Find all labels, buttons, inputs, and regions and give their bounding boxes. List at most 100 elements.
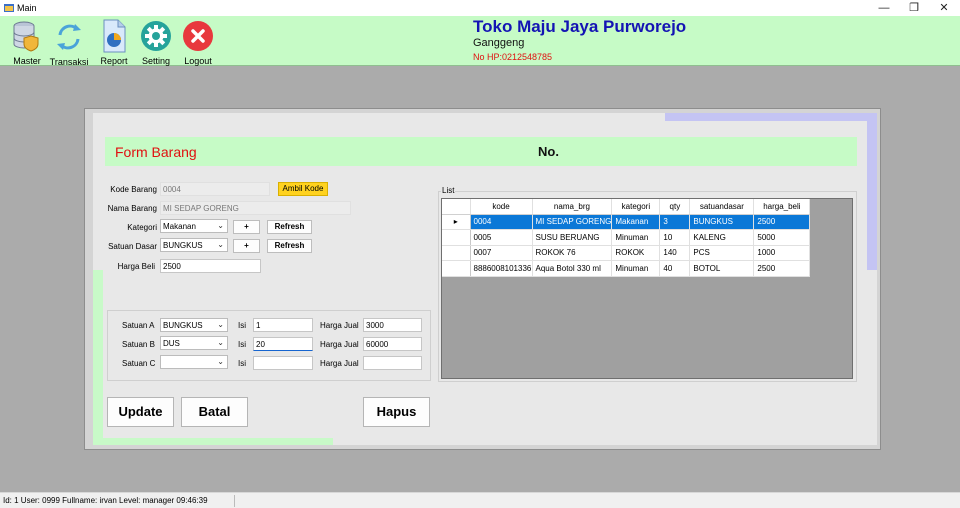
decor-strip	[93, 270, 103, 445]
toolbar-label-logout: Logout	[184, 56, 212, 66]
column-header-nama-brg[interactable]: nama_brg	[532, 199, 613, 215]
column-header-kategori[interactable]: kategori	[611, 199, 661, 215]
satuan-dasar-dropdown[interactable]: BUNGKUS ⌄	[160, 238, 228, 252]
isi-label: Isi	[238, 340, 246, 349]
report-button[interactable]: Report	[92, 19, 136, 66]
cell-qty: 140	[659, 245, 691, 261]
satuan-c-isi-field[interactable]	[253, 356, 313, 370]
satuan-c-dropdown[interactable]: ⌄	[160, 355, 228, 369]
close-circle-icon	[183, 21, 213, 51]
cell-harga-beli: 1000	[753, 245, 811, 261]
satuan-a-dropdown[interactable]: BUNGKUS ⌄	[160, 318, 228, 332]
hapus-button[interactable]: Hapus	[363, 397, 430, 427]
satuan-c-harga-jual-field[interactable]	[363, 356, 422, 370]
table-row[interactable]: 0005 SUSU BERUANG Minuman 10 KALENG 5000	[442, 229, 811, 246]
title-bar: Main — ❐ ✕	[0, 0, 960, 16]
decor-strip	[665, 113, 877, 121]
column-header-harga-beli[interactable]: harga_beli	[753, 199, 811, 215]
column-header-kode[interactable]: kode	[470, 199, 533, 215]
table-row[interactable]: 0007 ROKOK 76 ROKOK 140 PCS 1000	[442, 245, 811, 261]
batal-button[interactable]: Batal	[181, 397, 248, 427]
master-button[interactable]: Master	[5, 20, 49, 66]
row-header-corner	[442, 199, 471, 215]
cell-qty: 3	[659, 214, 691, 230]
cell-satuandasar: PCS	[689, 245, 755, 261]
refresh-kategori-button[interactable]: Refresh	[267, 220, 312, 234]
satuan-a-selected: BUNGKUS	[163, 321, 203, 330]
report-chart-icon	[103, 19, 126, 53]
harga-jual-label: Harga Jual	[320, 340, 359, 349]
close-button[interactable]: ✕	[936, 1, 952, 15]
satuan-a-harga-jual-field[interactable]: 3000	[363, 318, 422, 332]
harga-beli-field[interactable]: 2500	[160, 259, 261, 273]
satuan-a-label: Satuan A	[122, 321, 155, 330]
satuan-c-label: Satuan C	[122, 359, 156, 368]
chevron-down-icon: ⌄	[217, 221, 224, 230]
harga-jual-label: Harga Jual	[320, 359, 359, 368]
logout-button[interactable]: Logout	[176, 20, 220, 66]
table-row[interactable]: ▸ 0004 MI SEDAP GORENG Makanan 3 BUNGKUS…	[442, 214, 811, 230]
satuan-b-dropdown[interactable]: DUS ⌄	[160, 336, 228, 350]
window-title: Main	[17, 3, 37, 13]
chevron-down-icon: ⌄	[217, 357, 224, 366]
ambil-kode-button[interactable]: Ambil Kode	[278, 182, 328, 196]
cell-nama-brg: ROKOK 76	[532, 245, 613, 261]
decor-strip	[103, 438, 333, 445]
cell-satuandasar: BOTOL	[689, 260, 755, 277]
form-title: Form Barang	[115, 144, 197, 160]
toolbar-label-report: Report	[100, 56, 128, 66]
harga-jual-label: Harga Jual	[320, 321, 359, 330]
kode-barang-label: Kode Barang	[110, 185, 157, 194]
cell-kategori: Minuman	[611, 260, 661, 277]
refresh-cycle-icon	[57, 24, 81, 50]
list-caption: List	[441, 186, 456, 195]
app-icon	[4, 4, 14, 12]
row-header	[442, 260, 471, 277]
column-header-qty[interactable]: qty	[659, 199, 691, 215]
shop-phone: No HP:0212548785	[473, 52, 553, 62]
update-button[interactable]: Update	[107, 397, 174, 427]
cell-harga-beli: 2500	[753, 214, 811, 230]
row-indicator-icon: ▸	[442, 214, 471, 230]
toolbar-label-setting: Setting	[141, 56, 171, 66]
cell-satuandasar: BUNGKUS	[689, 214, 755, 230]
cell-satuandasar: KALENG	[689, 229, 755, 246]
minimize-button[interactable]: —	[876, 1, 892, 15]
nama-barang-field[interactable]: MI SEDAP GORENG	[160, 201, 351, 215]
chevron-down-icon: ⌄	[217, 338, 224, 347]
isi-label: Isi	[238, 359, 246, 368]
nama-barang-label: Nama Barang	[107, 204, 157, 213]
kode-barang-field[interactable]: 0004	[160, 182, 270, 196]
satuan-b-isi-field[interactable]: 20	[253, 337, 313, 351]
add-satuan-button[interactable]: +	[233, 239, 260, 253]
kategori-selected: Makanan	[163, 222, 196, 231]
chevron-down-icon: ⌄	[217, 240, 224, 249]
cell-kategori: Minuman	[611, 229, 661, 246]
status-separator	[234, 495, 235, 507]
column-header-satuandasar[interactable]: satuandasar	[689, 199, 755, 215]
satuan-dasar-selected: BUNGKUS	[163, 241, 203, 250]
refresh-satuan-button[interactable]: Refresh	[267, 239, 312, 253]
satuan-b-label: Satuan B	[122, 340, 155, 349]
cell-kode: 0007	[470, 245, 533, 261]
table-row[interactable]: 8886008101336 Aqua Botol 330 ml Minuman …	[442, 260, 811, 277]
isi-label: Isi	[238, 321, 246, 330]
shop-name: Toko Maju Jaya Purworejo	[473, 17, 687, 36]
setting-button[interactable]: Setting	[134, 20, 178, 66]
satuan-a-isi-field[interactable]: 1	[253, 318, 313, 332]
barang-table: kode nama_brg kategori qty satuandasar h…	[442, 199, 811, 277]
cell-kode: 8886008101336	[470, 260, 533, 277]
add-kategori-button[interactable]: +	[233, 220, 260, 234]
cell-kategori: ROKOK	[611, 245, 661, 261]
restore-button[interactable]: ❐	[906, 1, 922, 15]
toolbar-label-transaksi: Transaksi	[49, 57, 89, 67]
satuan-b-harga-jual-field[interactable]: 60000	[363, 337, 422, 351]
cell-nama-brg: Aqua Botol 330 ml	[532, 260, 613, 277]
cell-nama-brg: MI SEDAP GORENG	[532, 214, 613, 230]
status-bar: Id: 1 User: 0999 Fullname: irvan Level: …	[0, 492, 960, 508]
barang-grid[interactable]: kode nama_brg kategori qty satuandasar h…	[441, 198, 853, 379]
transaksi-button[interactable]: Transaksi	[47, 21, 91, 67]
status-text: Id: 1 User: 0999 Fullname: irvan Level: …	[3, 496, 208, 505]
kategori-dropdown[interactable]: Makanan ⌄	[160, 219, 228, 233]
cell-qty: 10	[659, 229, 691, 246]
